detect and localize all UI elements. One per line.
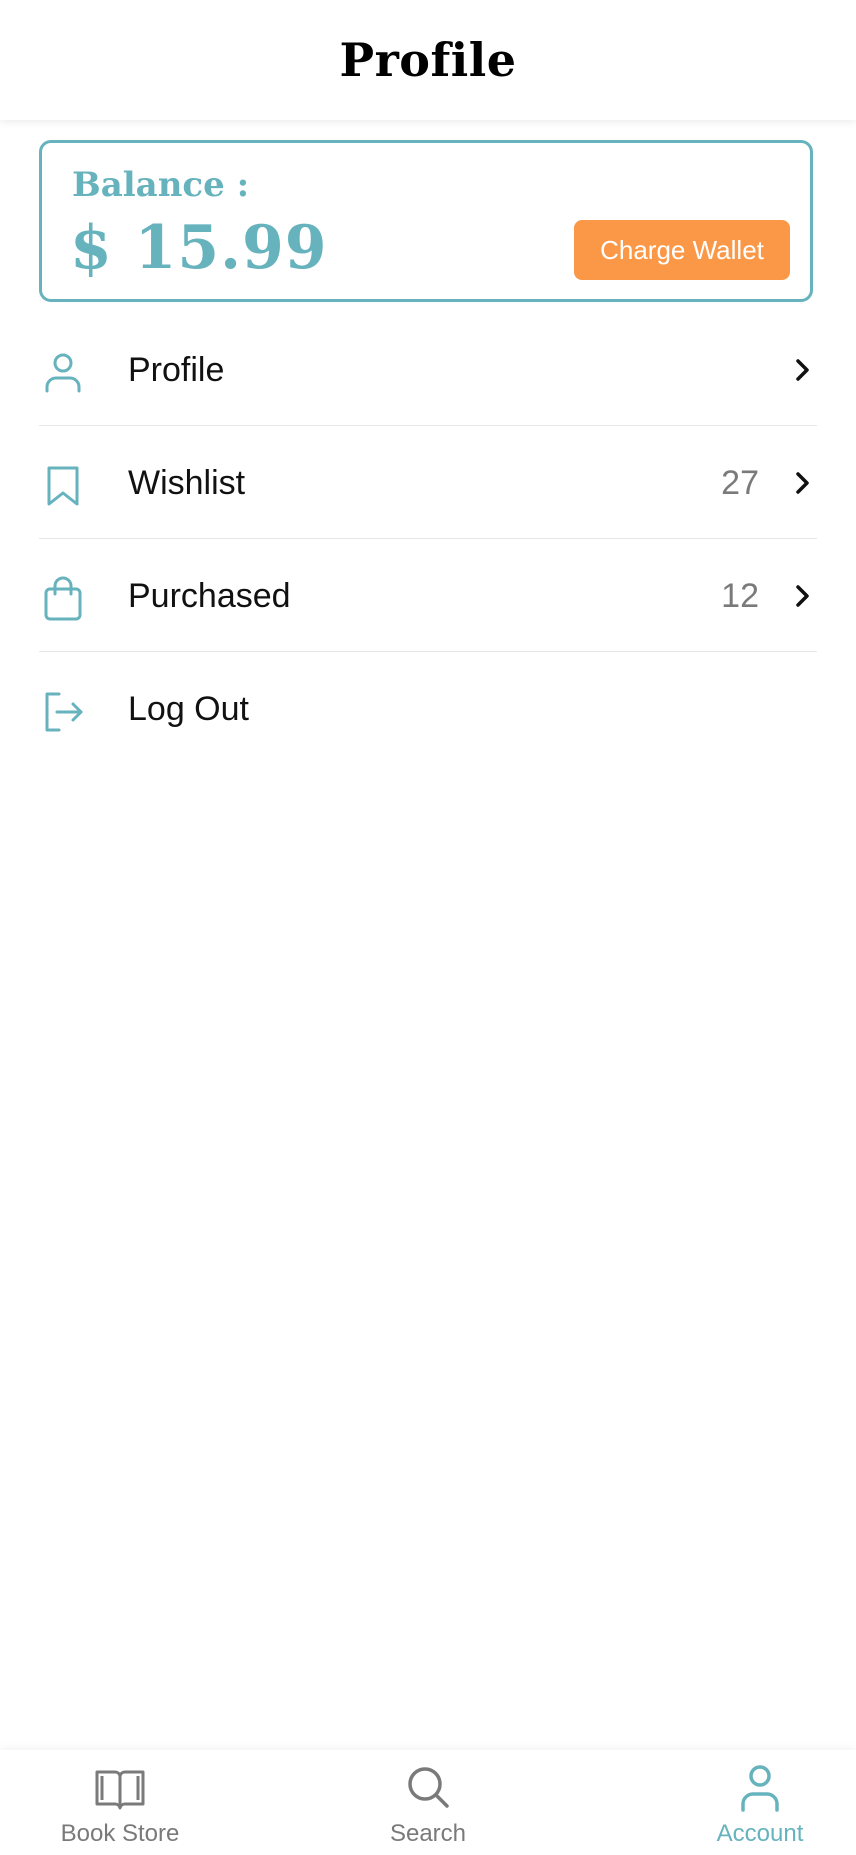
menu-item-label: Log Out <box>128 690 249 728</box>
menu-item-logout[interactable]: Log Out <box>39 652 817 765</box>
balance-amount: $ 15.99 <box>70 213 328 283</box>
tab-label: Search <box>389 1820 467 1847</box>
chevron-right-icon <box>787 466 817 500</box>
tab-label: Account <box>716 1820 804 1847</box>
open-book-icon <box>93 1764 147 1812</box>
search-icon <box>401 1764 455 1812</box>
purchased-count: 12 <box>721 577 759 615</box>
balance-card: Balance : $ 15.99 Charge Wallet <box>39 140 813 302</box>
tab-label: Book Store <box>60 1820 180 1847</box>
balance-label: Balance : <box>72 165 250 205</box>
app-header: Profile <box>0 0 856 120</box>
tab-account[interactable]: Account <box>660 1750 856 1855</box>
user-icon <box>39 349 87 397</box>
chevron-right-icon <box>787 353 817 387</box>
menu-item-wishlist[interactable]: Wishlist 27 <box>39 426 817 539</box>
tab-book-store[interactable]: Book Store <box>20 1750 220 1855</box>
menu-item-label: Purchased <box>128 577 291 615</box>
page-title: Profile <box>339 33 517 87</box>
tab-search[interactable]: Search <box>328 1750 528 1855</box>
menu-item-purchased[interactable]: Purchased 12 <box>39 539 817 652</box>
menu-item-label: Wishlist <box>128 464 246 502</box>
menu-item-label: Profile <box>128 351 225 389</box>
chevron-right-icon <box>787 579 817 613</box>
user-icon <box>733 1764 787 1812</box>
wishlist-count: 27 <box>721 464 759 502</box>
bottom-tab-bar: Book Store Search Account <box>0 1750 856 1855</box>
bookmark-icon <box>39 462 87 510</box>
menu-item-profile[interactable]: Profile <box>39 313 817 426</box>
account-menu: Profile Wishlist 27 Purchased 12 Log Out <box>39 313 817 765</box>
logout-icon <box>39 688 87 736</box>
charge-wallet-button[interactable]: Charge Wallet <box>574 220 790 280</box>
shopping-bag-icon <box>39 575 87 623</box>
